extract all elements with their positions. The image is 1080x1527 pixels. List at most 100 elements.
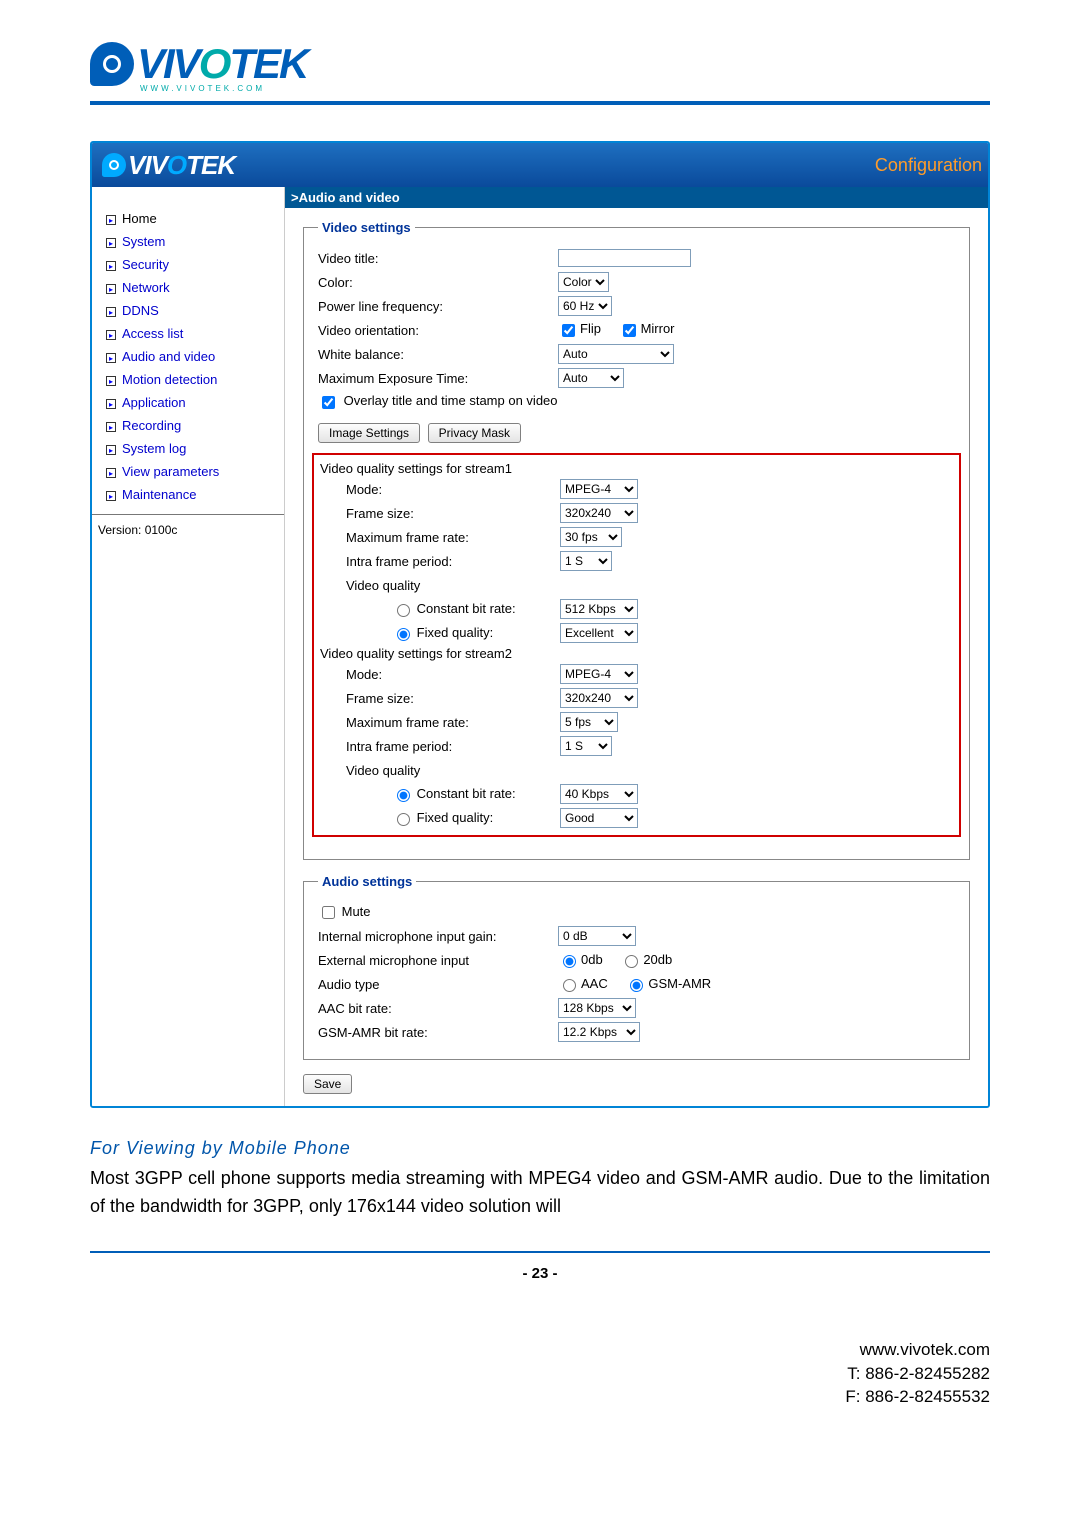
sidebar-item-maintenance[interactable]: ▸Maintenance [98,483,278,506]
sidebar-label: Security [122,257,169,272]
expand-icon: ▸ [106,376,116,386]
sidebar-item-view-params[interactable]: ▸View parameters [98,460,278,483]
sidebar-label: System [122,234,165,249]
sidebar-item-motion[interactable]: ▸ Motion detection [98,368,278,391]
plf-select[interactable]: 60 Hz [558,296,612,316]
audio-type-label: Audio type [318,977,558,992]
color-select[interactable]: Color [558,272,609,292]
expand-icon: ▸ [106,445,116,455]
overlay-label: Overlay title and time stamp on video [344,393,558,408]
int-gain-select[interactable]: 0 dB [558,926,636,946]
flip-checkbox[interactable] [562,324,575,337]
sidebar-item-audio-video[interactable]: ▸Audio and video [98,345,278,368]
sidebar-item-application[interactable]: ▸Application [98,391,278,414]
exposure-select[interactable]: Auto [558,368,624,388]
s2-fq-radio[interactable] [397,813,410,826]
aac-br-select[interactable]: 128 Kbps [558,998,636,1018]
expand-icon: ▸ [106,422,116,432]
expand-icon: ▸ [106,284,116,294]
aac-radio[interactable] [563,979,576,992]
stream2-header: Video quality settings for stream2 [320,646,953,661]
sidebar-item-network[interactable]: ▸ Network [98,276,278,299]
s2-mode-label: Mode: [320,667,560,682]
gsm-radio[interactable] [630,979,643,992]
s1-cbr-select[interactable]: 512 Kbps [560,599,638,619]
sidebar: ▸Home ▸System ▸Security ▸Network ▸DDNS ▸… [92,187,285,1106]
sidebar-label: Application [122,395,186,410]
s2-cbr-radio[interactable] [397,789,410,802]
s2-vq-label: Video quality [320,763,560,778]
s1-cbr-radio[interactable] [397,604,410,617]
video-settings-legend: Video settings [318,220,415,235]
sidebar-item-recording[interactable]: ▸ Recording [98,414,278,437]
s2-maxfps-select[interactable]: 5 fps [560,712,618,732]
footer-url: www.vivotek.com [0,1338,990,1362]
titlebar: VIVOTEK Configuration [92,143,988,187]
gsm-br-select[interactable]: 12.2 Kbps [558,1022,640,1042]
sidebar-label: Recording [122,418,181,433]
s1-mode-select[interactable]: MPEG-4 [560,479,638,499]
sidebar-label: Network [122,280,170,295]
mirror-checkbox[interactable] [623,324,636,337]
expand-icon: ▸ [106,330,116,340]
wb-select[interactable]: Auto [558,344,674,364]
stream-settings-highlight: Video quality settings for stream1 Mode:… [312,453,961,837]
sidebar-item-system[interactable]: ▸ System [98,230,278,253]
logo-text: VIVOTEK [137,40,307,88]
footer-fax: F: 886-2-82455532 [0,1385,990,1409]
video-title-input[interactable] [558,249,691,267]
gsm-br-label: GSM-AMR bit rate: [318,1025,558,1040]
s2-fq-label: Fixed quality: [417,810,494,825]
overlay-checkbox[interactable] [322,396,335,409]
s1-fq-radio[interactable] [397,628,410,641]
s1-intra-label: Intra frame period: [320,554,560,569]
mute-checkbox[interactable] [322,906,335,919]
aac-label: AAC [581,976,608,991]
s2-mode-select[interactable]: MPEG-4 [560,664,638,684]
ext-0db-label: 0db [581,952,603,967]
save-button[interactable]: Save [303,1074,352,1094]
expand-icon: ▸ [106,215,116,225]
sidebar-item-home[interactable]: ▸ Home [98,207,278,230]
sidebar-item-access-list[interactable]: ▸ Access list [98,322,278,345]
gsm-label: GSM-AMR [648,976,711,991]
audio-settings-legend: Audio settings [318,874,416,889]
privacy-mask-button[interactable]: Privacy Mask [428,423,521,443]
stream1-header: Video quality settings for stream1 [320,461,953,476]
s1-framesize-select[interactable]: 320x240 [560,503,638,523]
s2-framesize-select[interactable]: 320x240 [560,688,638,708]
sidebar-label: Access list [122,326,183,341]
s2-maxfps-label: Maximum frame rate: [320,715,560,730]
s1-cbr-label: Constant bit rate: [417,601,516,616]
ext-20db-radio[interactable] [625,955,638,968]
video-settings-fieldset: Video settings Video title: Color: Color… [303,220,970,860]
s1-framesize-label: Frame size: [320,506,560,521]
sidebar-label: Maintenance [122,487,196,502]
s1-fq-select[interactable]: Excellent [560,623,638,643]
sidebar-label: Motion detection [122,372,217,387]
expand-icon: ▸ [106,468,116,478]
s2-intra-label: Intra frame period: [320,739,560,754]
wb-label: White balance: [318,347,558,362]
sidebar-item-security[interactable]: ▸Security [98,253,278,276]
sidebar-item-system-log[interactable]: ▸ System log [98,437,278,460]
mobile-text: Most 3GPP cell phone supports media stre… [90,1165,990,1221]
sidebar-label: Home [122,211,157,226]
app-window: VIVOTEK Configuration ▸Home ▸System ▸Sec… [90,141,990,1108]
mute-label: Mute [342,903,371,918]
footer-tel: T: 886-2-82455282 [0,1362,990,1386]
sidebar-item-ddns[interactable]: ▸DDNS [98,299,278,322]
s1-intra-select[interactable]: 1 S [560,551,612,571]
s2-fq-select[interactable]: Good [560,808,638,828]
int-gain-label: Internal microphone input gain: [318,929,558,944]
s2-cbr-select[interactable]: 40 Kbps [560,784,638,804]
flip-label: Flip [580,321,601,336]
s1-maxfps-select[interactable]: 30 fps [560,527,622,547]
mobile-heading: For Viewing by Mobile Phone [90,1138,990,1159]
expand-icon: ▸ [106,238,116,248]
image-settings-button[interactable]: Image Settings [318,423,420,443]
s2-intra-select[interactable]: 1 S [560,736,612,756]
ext-0db-radio[interactable] [563,955,576,968]
configuration-label: Configuration [875,155,982,176]
sidebar-label: System log [122,441,186,456]
